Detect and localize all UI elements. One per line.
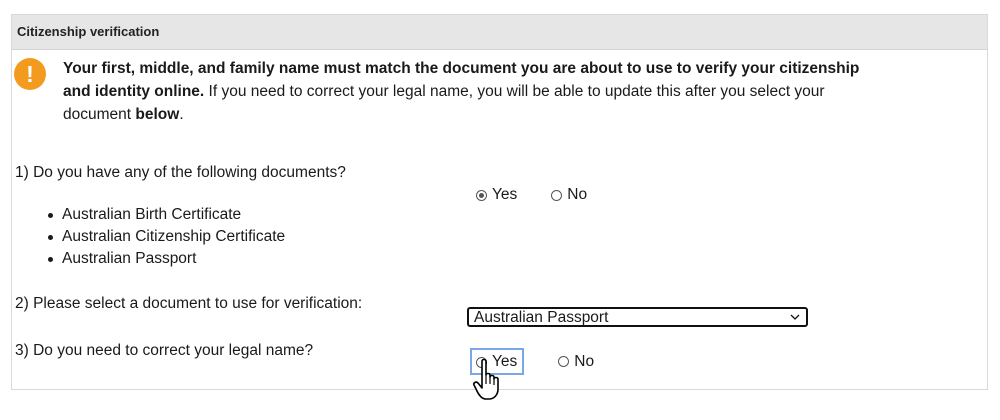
exclamation-icon: ! [14,58,46,90]
question-1-no-radio[interactable]: No [551,186,587,204]
document-select[interactable]: Australian Passport [467,307,808,327]
document-select-value: Australian Passport [474,309,609,326]
chevron-down-icon [790,314,800,320]
question-1-radio-group: Yes No [476,186,587,204]
question-1-yes-label: Yes [492,186,518,203]
question-3-label: 3) Do you need to correct your legal nam… [15,342,314,359]
question-2-label: 2) Please select a document to use for v… [15,295,363,312]
alert-period: . [179,106,184,123]
list-item: Australian Citizenship Certificate [45,226,285,248]
question-3-no-label: No [574,352,595,370]
question-1-no-label: No [567,186,588,203]
hand-pointer-icon [473,358,499,400]
radio-unchecked-icon[interactable] [558,356,570,367]
radio-unchecked-icon[interactable] [551,189,563,201]
list-item: Australian Passport [45,248,285,270]
document-list: Australian Birth Certificate Australian … [45,204,285,270]
radio-checked-icon[interactable] [476,189,487,201]
list-item: Australian Birth Certificate [45,204,285,226]
alert-bold-below: below [135,106,180,123]
question-1-label: 1) Do you have any of the following docu… [15,164,346,181]
panel-title: Citizenship verification [12,15,987,50]
question-3-no-radio[interactable]: No [558,353,594,371]
alert-text: Your first, middle, and family name must… [63,57,863,126]
question-1-yes-radio[interactable]: Yes [476,186,517,204]
